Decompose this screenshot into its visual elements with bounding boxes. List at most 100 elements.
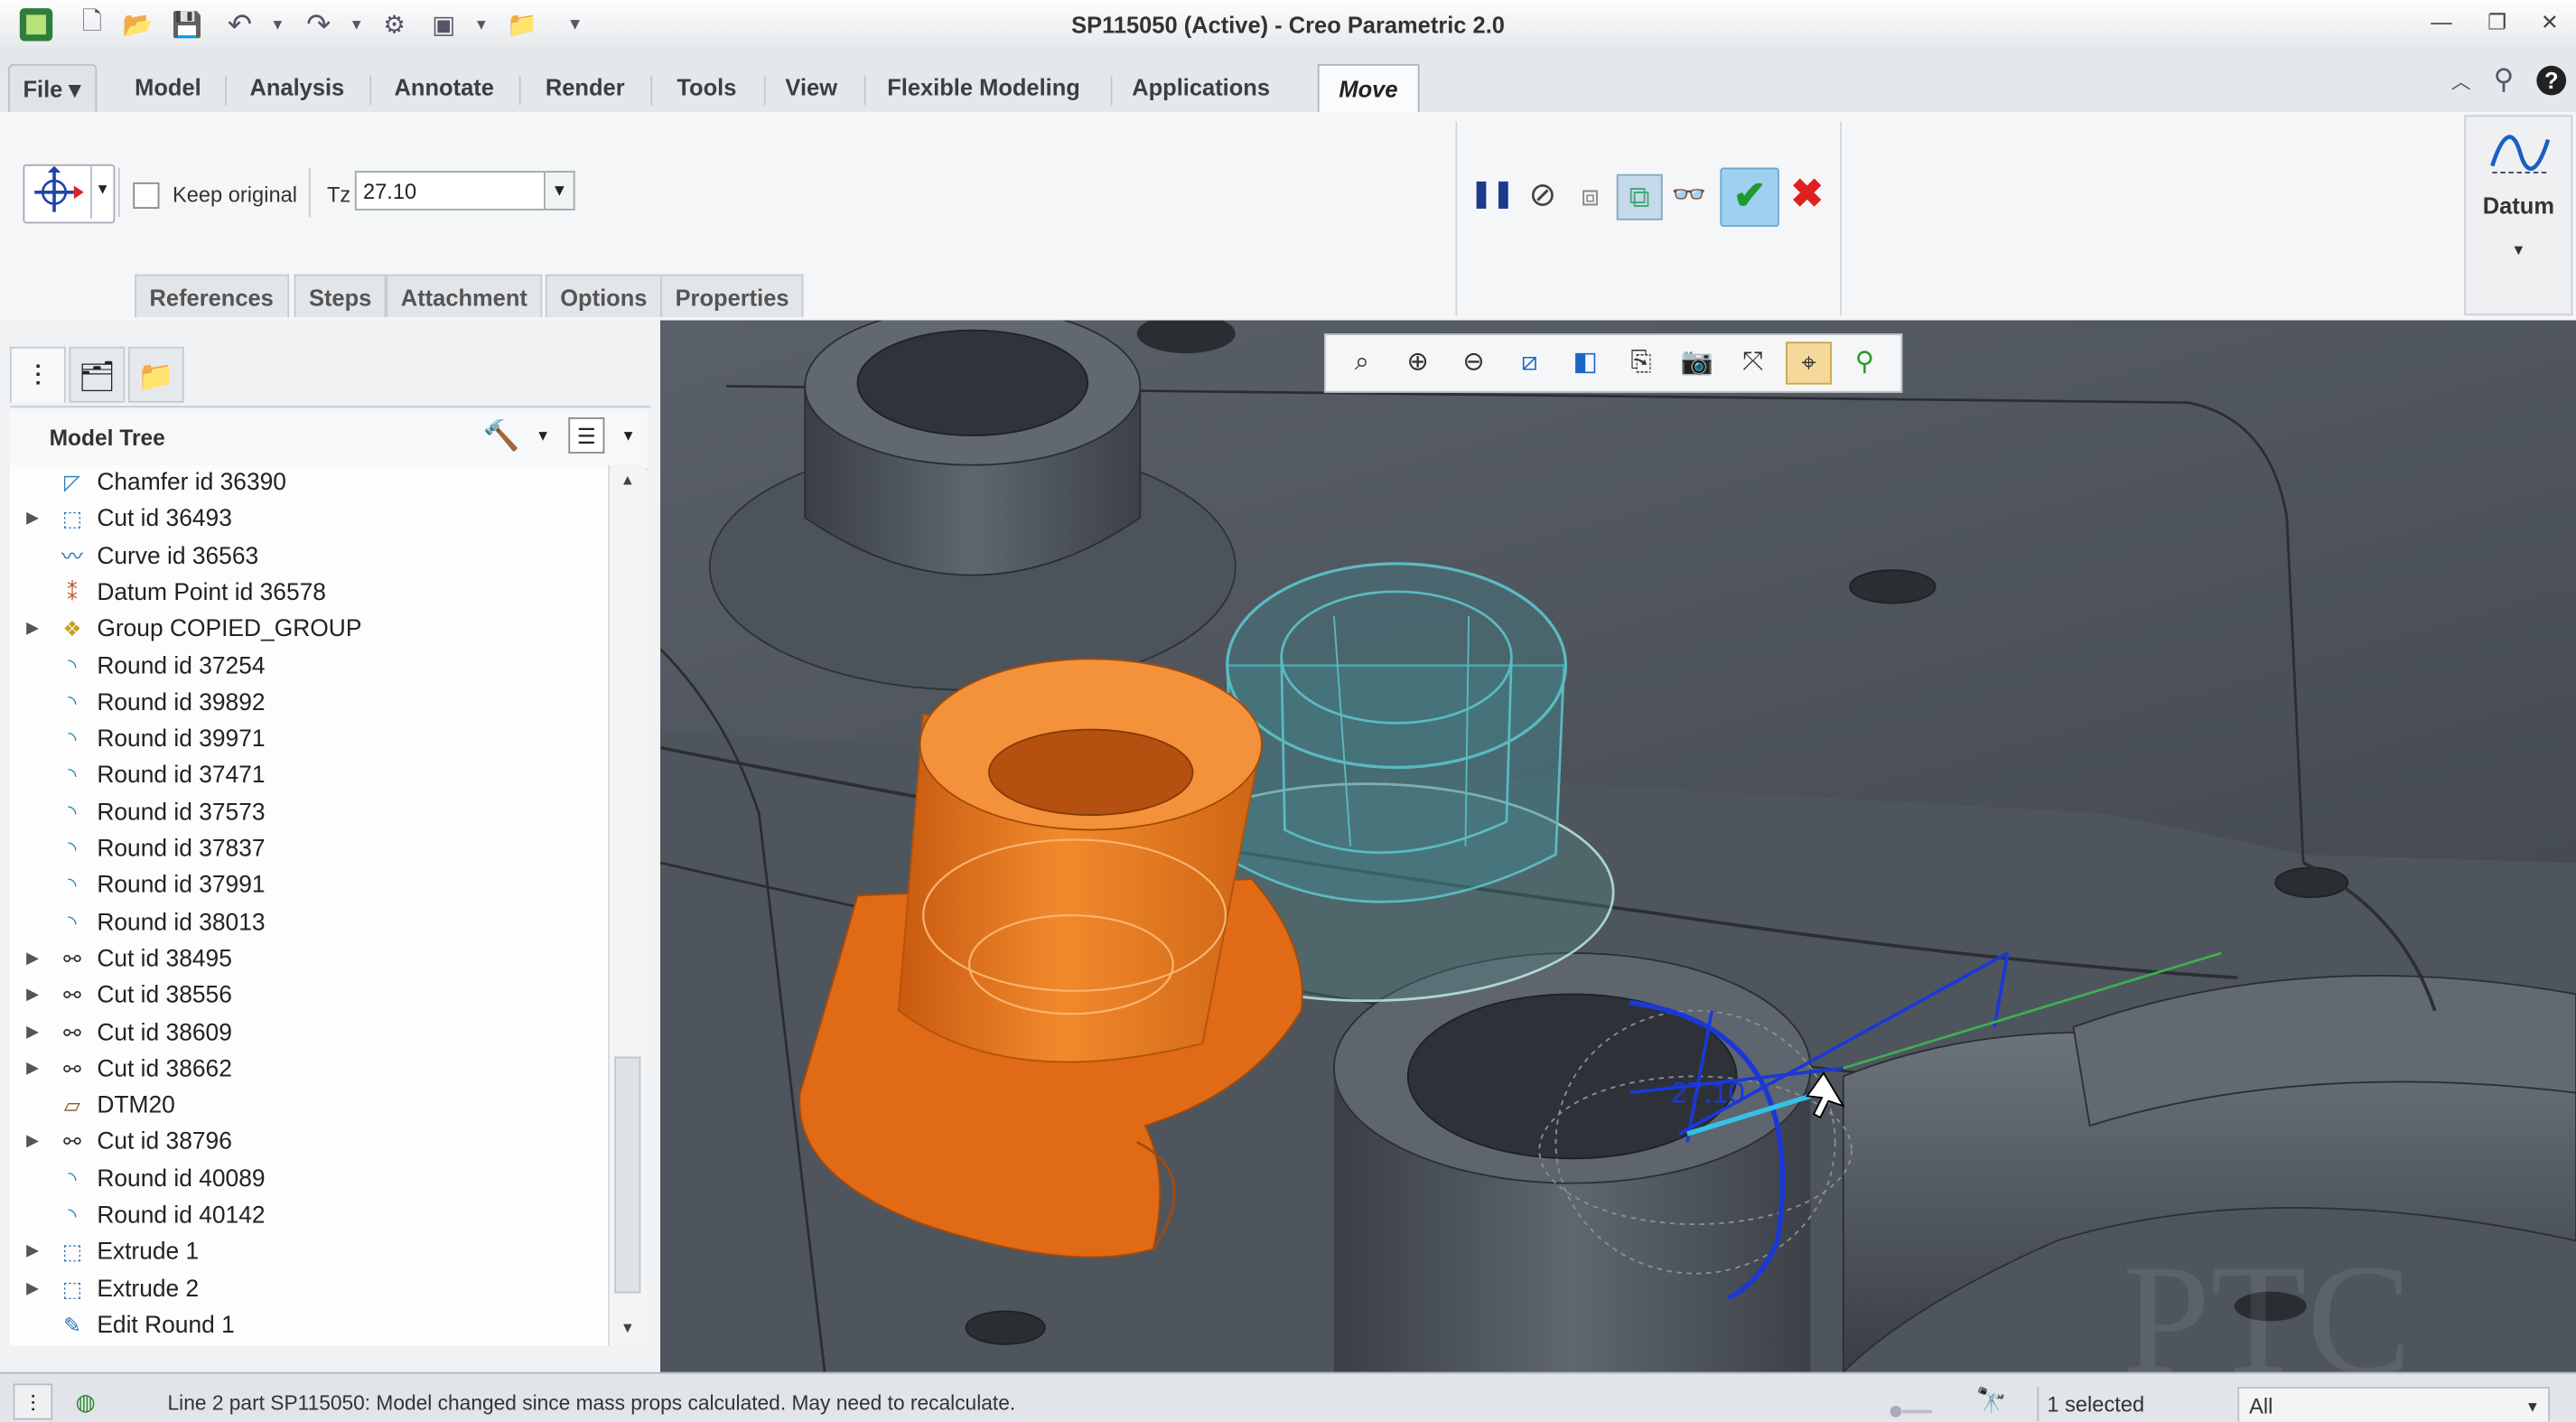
help-icon[interactable]: ? [2534, 62, 2570, 98]
expand-icon[interactable]: ▶ [26, 941, 42, 978]
selection-filter[interactable]: All ▼ [2237, 1387, 2550, 1422]
minimize-icon[interactable]: — [2422, 10, 2461, 40]
show-browser-icon[interactable]: ◍ [66, 1384, 106, 1420]
search-icon[interactable]: ⚲ [2486, 62, 2522, 98]
move-dimension-label[interactable]: 27.10 [1671, 1075, 1745, 1109]
tab-applications[interactable]: Applications [1115, 64, 1286, 110]
subtab-properties[interactable]: Properties [660, 274, 804, 318]
expand-icon[interactable]: ▶ [26, 1052, 42, 1088]
graphics-viewport[interactable]: 27.10 PTC [660, 320, 2576, 1372]
tree-row[interactable]: ▶ ⬚ Extrude 1 [10, 1235, 608, 1271]
tree-row[interactable]: ▶ ⚯ Cut id 38609 [10, 1015, 608, 1051]
pause-icon[interactable]: ❚❚ [1470, 174, 1515, 217]
tab-render[interactable]: Render [529, 64, 641, 110]
show-navigator-icon[interactable]: ⫶ [13, 1383, 53, 1420]
ok-checkmark-icon[interactable]: ✔ [1720, 167, 1779, 228]
tab-flexible-modeling[interactable]: Flexible Modeling [871, 64, 1097, 110]
subtab-options[interactable]: Options [545, 274, 662, 318]
tz-dropdown-icon[interactable]: ▼ [545, 171, 575, 210]
keep-original-checkbox[interactable] [133, 182, 160, 210]
curve-icon: 〰 [61, 543, 83, 568]
tree-row[interactable]: ▶ ❖ Group COPIED_GROUP [10, 612, 608, 648]
tz-value-input[interactable]: 27.10 [354, 171, 546, 210]
scroll-up-icon[interactable]: ▲ [612, 468, 642, 491]
expand-icon[interactable]: ▶ [26, 978, 42, 1015]
tree-row[interactable]: ▱ DTM20 [10, 1088, 608, 1124]
zoom-in-icon[interactable]: ⊕ [1395, 341, 1441, 384]
tree-row[interactable]: ◝ Round id 37471 [10, 758, 608, 794]
saved-orientations-icon[interactable]: ⎘ [1619, 341, 1665, 384]
annotation-display-icon[interactable]: ⌖ [1786, 341, 1833, 385]
find-icon[interactable]: 🔭 [1972, 1384, 2011, 1420]
verify-icon[interactable]: ⧉ [1616, 173, 1663, 220]
tree-row[interactable]: ◝ Round id 39971 [10, 722, 608, 758]
model-tree-scrollbar[interactable]: ▲ ▼ [607, 464, 646, 1346]
tree-row[interactable]: ▶ ⚯ Cut id 38556 [10, 978, 608, 1015]
tree-row[interactable]: ◝ Round id 37254 [10, 649, 608, 685]
tab-model[interactable]: Model [118, 64, 218, 110]
tree-settings-dropdown-icon[interactable]: ▼ [536, 427, 550, 444]
tree-row[interactable]: ▶ ⚯ Cut id 38796 [10, 1125, 608, 1161]
preview-icon[interactable]: ⧈ [1569, 174, 1611, 217]
tree-row[interactable]: ◝ Round id 40142 [10, 1198, 608, 1234]
tree-row[interactable]: ◝ Round id 40089 [10, 1161, 608, 1197]
tree-row[interactable]: ▶ ⚯ Cut id 38662 [10, 1052, 608, 1088]
move-type-dropdown-icon[interactable]: ▼ [95, 181, 109, 197]
cancel-x-icon[interactable]: ✖ [1786, 173, 1828, 217]
tree-row[interactable]: ▶ ⬚ Cut id 36493 [10, 501, 608, 538]
expand-icon[interactable]: ▶ [26, 1235, 42, 1271]
no-preview-icon[interactable]: ⊘ [1521, 174, 1563, 217]
view-manager-icon[interactable]: 📷 [1674, 341, 1720, 384]
tree-row[interactable]: ◝ Round id 39892 [10, 685, 608, 721]
glasses-preview-icon[interactable]: 👓 [1667, 174, 1710, 217]
tab-file[interactable]: File ▾ [8, 63, 98, 114]
filter-dropdown-icon[interactable]: ▼ [2525, 1389, 2540, 1421]
subtab-steps[interactable]: Steps [294, 274, 387, 318]
tree-row[interactable]: ◝ Round id 37573 [10, 795, 608, 831]
tree-show-dropdown-icon[interactable]: ▼ [621, 427, 636, 444]
tree-show-icon[interactable]: ☰ [568, 417, 605, 454]
expand-icon[interactable]: ▶ [26, 501, 42, 538]
tree-row[interactable]: ⁑ Datum Point id 36578 [10, 575, 608, 611]
scroll-down-icon[interactable]: ▼ [612, 1316, 642, 1339]
datum-dropdown-icon[interactable]: ▼ [2466, 241, 2571, 257]
tab-view[interactable]: View [769, 64, 854, 110]
tree-row-label: Edit Round 1 [97, 1313, 235, 1340]
refit-icon[interactable]: ⌕ [1339, 341, 1385, 384]
display-style-icon[interactable]: ◧ [1563, 341, 1609, 384]
zoom-out-icon[interactable]: ⊖ [1451, 341, 1497, 384]
expand-icon[interactable]: ▶ [26, 1015, 42, 1051]
tab-move[interactable]: Move [1317, 63, 1420, 116]
subtab-attachment[interactable]: Attachment [386, 274, 543, 318]
expand-icon[interactable]: ▶ [26, 1271, 42, 1307]
restore-icon[interactable]: ❐ [2478, 10, 2517, 40]
tree-row-label: Cut id 38609 [97, 1019, 232, 1046]
tree-row[interactable]: ◝ Round id 37837 [10, 831, 608, 867]
tree-settings-icon[interactable]: 🔨 [483, 419, 520, 454]
close-icon[interactable]: ✕ [2530, 10, 2570, 40]
tab-annotate[interactable]: Annotate [378, 64, 510, 110]
tree-row[interactable]: ▶ ⚯ Cut id 38495 [10, 941, 608, 978]
move-type-button[interactable]: ▼ [23, 164, 116, 224]
datum-display-filters-icon[interactable]: ⤧ [1730, 341, 1776, 384]
expand-icon[interactable]: ▶ [26, 612, 42, 648]
tree-row[interactable]: ▶ ⬚ Extrude 2 [10, 1271, 608, 1307]
datum-button[interactable]: Datum ▼ [2464, 115, 2573, 316]
minimize-ribbon-icon[interactable]: ︿ [2445, 62, 2478, 98]
tab-tools[interactable]: Tools [660, 64, 752, 110]
repaint-icon[interactable]: ⧄ [1507, 341, 1553, 384]
tree-row[interactable]: ✎ Edit Round 1 [10, 1308, 608, 1344]
tree-row[interactable]: ◝ Round id 38013 [10, 904, 608, 940]
model-tree-tab-icon[interactable]: ⫶ [9, 346, 66, 403]
folder-browser-tab-icon[interactable]: 🗂 [69, 346, 126, 403]
subtab-references[interactable]: References [135, 274, 289, 318]
tree-row[interactable]: 〰 Curve id 36563 [10, 538, 608, 575]
scroll-thumb[interactable] [614, 1056, 641, 1294]
tree-row[interactable]: ◸ Chamfer id 36390 [10, 465, 608, 501]
expand-icon[interactable]: ▶ [26, 1125, 42, 1161]
tree-row[interactable]: ◝ Round id 37991 [10, 868, 608, 904]
favorites-tab-icon[interactable]: 📁 [127, 346, 184, 403]
tab-analysis[interactable]: Analysis [233, 64, 360, 110]
ribbon-tab-bar: File ▾ Model Analysis Annotate Render To… [0, 49, 2576, 116]
spin-center-icon[interactable]: ⚲ [1842, 341, 1888, 384]
